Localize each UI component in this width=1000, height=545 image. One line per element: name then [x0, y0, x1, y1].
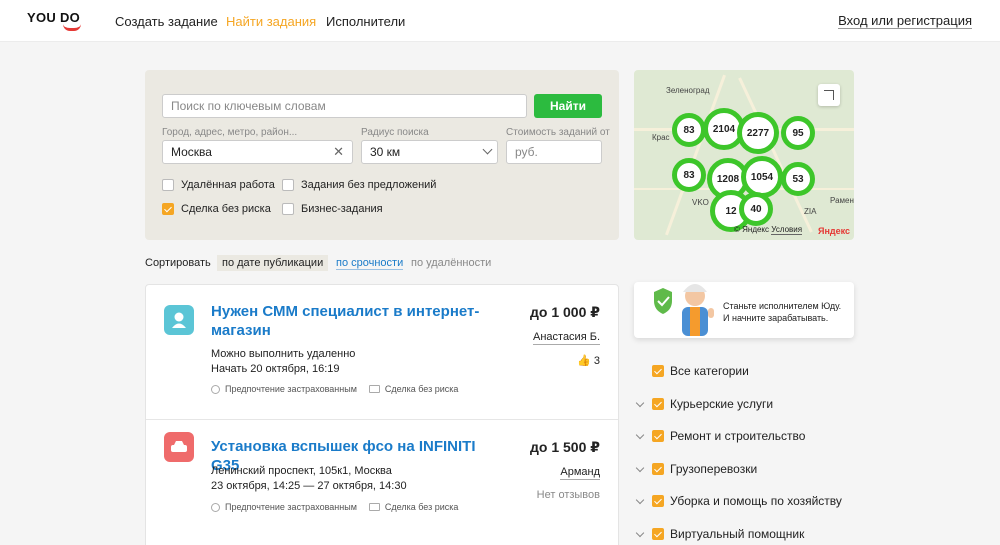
map-cluster[interactable]: 95 [781, 116, 815, 150]
task-card[interactable]: Установка вспышек фсо на INFINITI G35 до… [146, 419, 618, 545]
map-label: Зеленоград [666, 86, 710, 95]
city-field[interactable]: Москва ✕ [162, 140, 353, 164]
worker-illustration-icon [654, 284, 714, 336]
task-author[interactable]: Арманд [560, 466, 600, 480]
radius-value: 30 км [370, 145, 401, 159]
checkbox-box-checked[interactable] [652, 430, 664, 442]
city-value: Москва [171, 145, 212, 159]
map-cluster[interactable]: 83 [672, 158, 706, 192]
checkbox-box-checked[interactable] [652, 365, 664, 377]
tag-insured: Предпочтение застрахованным [211, 384, 357, 394]
checkbox-business[interactable]: Бизнес-задания [282, 203, 383, 215]
map-cluster[interactable]: 1054 [741, 156, 783, 198]
category-all[interactable]: Все категории [634, 364, 749, 378]
task-list: Нужен СММ специалист в интернет-магазин … [145, 284, 619, 545]
card-icon [368, 385, 380, 393]
task-price: до 1 500 ₽ [530, 439, 600, 455]
map-cluster[interactable]: 40 [739, 192, 773, 226]
tag-safe-deal: Сделка без риска [368, 502, 458, 512]
tag-safe-deal: Сделка без риска [368, 384, 458, 394]
map-label: Рамен [830, 196, 854, 205]
checkbox-box-checked[interactable] [652, 398, 664, 410]
pin-icon [211, 384, 220, 394]
chevron-down-icon[interactable] [635, 495, 645, 504]
category-courier[interactable]: Курьерские услуги [634, 397, 773, 411]
clear-icon[interactable]: ✕ [333, 144, 344, 160]
yandex-logo: Яндекс [817, 226, 850, 236]
top-header: YOU DO Создать задание Найти задания Исп… [0, 0, 1000, 42]
youdo-logo[interactable]: YOU DO [27, 11, 83, 33]
checkbox-box[interactable] [282, 179, 294, 191]
task-location: Ленинский проспект, 105к1, Москва [211, 465, 392, 477]
task-author[interactable]: Анастасия Б. [533, 331, 600, 345]
chevron-down-icon[interactable] [635, 528, 645, 537]
find-button[interactable]: Найти [534, 94, 602, 118]
sort-label: Сортировать [145, 257, 211, 269]
chevron-down-icon [482, 144, 493, 155]
task-tags: Предпочтение застрахованным Сделка без р… [211, 384, 458, 394]
task-tags: Предпочтение застрахованным Сделка без р… [211, 502, 458, 512]
map-cluster[interactable]: 2277 [737, 112, 779, 154]
city-label: Город, адрес, метро, район... [162, 127, 298, 138]
card-icon [368, 503, 380, 511]
map-cluster[interactable]: 83 [672, 113, 706, 147]
checkbox-no-offers[interactable]: Задания без предложений [282, 179, 436, 191]
keyword-search-input[interactable] [162, 94, 527, 118]
search-panel: Найти Город, адрес, метро, район... Моск… [145, 70, 619, 240]
category-car-icon [164, 432, 194, 462]
task-card[interactable]: Нужен СММ специалист в интернет-магазин … [146, 285, 618, 419]
expand-map-icon[interactable] [818, 84, 840, 106]
map-label: Крас [652, 133, 670, 142]
become-performer-banner[interactable]: Станьте исполнителем Юду. И начните зара… [634, 282, 854, 338]
checkbox-box[interactable] [162, 179, 174, 191]
checkbox-box[interactable] [282, 203, 294, 215]
category-cargo[interactable]: Грузоперевозки [634, 462, 757, 476]
sort-by-urgency[interactable]: по срочности [336, 257, 404, 270]
map-footer: © Яндекс Условия [734, 225, 803, 235]
checkbox-remote[interactable]: Удалённая работа [162, 179, 275, 191]
logo-smile-icon [63, 24, 81, 31]
cost-input[interactable]: руб. [506, 140, 602, 164]
map-label: VKO [692, 198, 709, 207]
task-likes: 👍 3 [577, 355, 600, 367]
tasks-map[interactable]: Зеленоград Крас VKO ZIA Рамен 83 2104 22… [634, 70, 854, 240]
task-dates: 23 октября, 14:25 — 27 октября, 14:30 [211, 480, 407, 492]
task-title[interactable]: Нужен СММ специалист в интернет-магазин [211, 302, 481, 340]
category-cleaning[interactable]: Уборка и помощь по хозяйству [634, 494, 842, 508]
task-location: Можно выполнить удаленно [211, 348, 356, 360]
sort-by-distance[interactable]: по удалённости [411, 257, 491, 269]
map-terms-link[interactable]: Условия [771, 225, 803, 235]
promo-text: Станьте исполнителем Юду. И начните зара… [723, 301, 842, 323]
login-link[interactable]: Вход или регистрация [838, 14, 972, 29]
task-reviews: Нет отзывов [536, 489, 600, 501]
chevron-down-icon[interactable] [635, 398, 645, 407]
chevron-down-icon[interactable] [635, 430, 645, 439]
pin-icon [211, 502, 220, 512]
tag-insured: Предпочтение застрахованным [211, 502, 357, 512]
category-person-icon [164, 305, 194, 335]
radius-select[interactable]: 30 км [361, 140, 498, 164]
nav-create-task[interactable]: Создать задание [115, 14, 218, 29]
thumbs-up-icon: 👍 [577, 355, 591, 367]
checkbox-safe-deal[interactable]: Сделка без риска [162, 203, 271, 215]
task-price: до 1 000 ₽ [530, 304, 600, 320]
cost-label: Стоимость заданий от [506, 127, 610, 138]
nav-find-tasks[interactable]: Найти задания [226, 14, 316, 29]
cost-placeholder: руб. [515, 145, 538, 159]
checkbox-box-checked[interactable] [652, 528, 664, 540]
category-repair[interactable]: Ремонт и строительство [634, 429, 805, 443]
sort-by-date[interactable]: по дате публикации [217, 255, 329, 271]
checkbox-box-checked[interactable] [652, 463, 664, 475]
map-cluster[interactable]: 53 [781, 162, 815, 196]
radius-label: Радиус поиска [361, 127, 429, 138]
map-label: ZIA [804, 207, 817, 216]
nav-performers[interactable]: Исполнители [326, 14, 405, 29]
task-dates: Начать 20 октября, 16:19 [211, 363, 340, 375]
chevron-down-icon[interactable] [635, 463, 645, 472]
category-virtual-assistant[interactable]: Виртуальный помощник [634, 527, 804, 541]
checkbox-box-checked[interactable] [652, 495, 664, 507]
checkbox-box-checked[interactable] [162, 203, 174, 215]
